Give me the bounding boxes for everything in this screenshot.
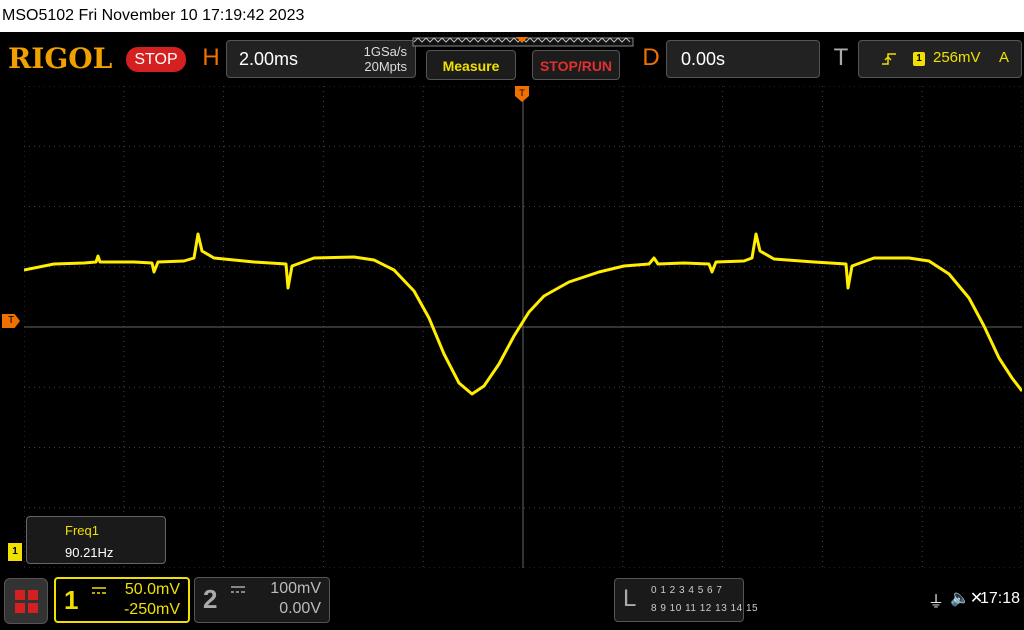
measurement-name: Freq1 (65, 523, 99, 538)
titlebar-text: MSO5102 Fri November 10 17:19:42 2023 (2, 7, 305, 24)
trigger-key[interactable]: T (826, 40, 856, 76)
clock-time: 17:18 (979, 590, 1020, 607)
channel2-scale: 100mV (270, 580, 321, 597)
usb-icon: ⏚ (928, 594, 945, 611)
channel1-scale: 50.0mV (124, 581, 180, 598)
run-state-badge[interactable]: STOP (126, 47, 186, 72)
grid-menu-icon (15, 590, 38, 613)
delay-value: 0.00s (681, 49, 726, 69)
top-toolbar: RIGOL STOP H 2.00ms 1GSa/s 20Mpts Measur… (0, 32, 1024, 84)
bottom-bar: 1 50.0mV -250mV 2 100mV 0.00V L 0 1 2 3 … (0, 572, 1024, 630)
logic-analyzer-panel[interactable]: L 0 1 2 3 4 5 6 7 8 9 10 11 12 13 14 15 (614, 578, 758, 622)
memory-depth: 20Mpts (364, 59, 407, 74)
trigger-level-marker[interactable]: T (2, 314, 20, 328)
logic-channels-low: 0 1 2 3 4 5 6 7 (651, 585, 723, 596)
measurement-value: 90.21Hz (65, 545, 114, 560)
trigger-position-marker[interactable]: T (515, 86, 529, 108)
channel1-offset: -250mV (123, 601, 180, 618)
titlebar: MSO5102 Fri November 10 17:19:42 2023 (0, 0, 1024, 32)
rigol-logo: RIGOL (8, 42, 113, 75)
svg-text:T: T (519, 88, 525, 98)
trigger-mode: A (999, 49, 1010, 66)
delay-panel[interactable]: 0.00s (666, 40, 820, 78)
memory-position-bar[interactable] (412, 36, 634, 48)
logic-key: L (623, 585, 637, 612)
sound-muted-icon[interactable]: 🔈✕ (950, 588, 983, 608)
delay-key[interactable]: D (636, 40, 666, 76)
waveform-display[interactable] (24, 86, 1022, 568)
horizontal-panel[interactable]: 2.00ms 1GSa/s 20Mpts (226, 40, 416, 78)
trigger-source-badge: 1 (913, 52, 925, 66)
graticule (24, 86, 1022, 568)
horizontal-key[interactable]: H (196, 40, 226, 76)
measure-button[interactable]: Measure (426, 50, 516, 80)
trigger-level: 256mV (933, 49, 981, 66)
channel2-number: 2 (203, 584, 218, 614)
logic-channels-high: 8 9 10 11 12 13 14 15 (651, 603, 759, 614)
trigger-panel[interactable]: 1 256mV A (858, 40, 1022, 78)
channel2-offset: 0.00V (279, 600, 321, 617)
rising-edge-icon (882, 53, 896, 65)
channel1-ground-marker[interactable]: 1 (8, 543, 22, 561)
timebase-value: 2.00ms (239, 49, 299, 69)
channel2-panel[interactable]: 2 100mV 0.00V (194, 577, 330, 623)
channel1-panel[interactable]: 1 50.0mV -250mV (54, 577, 190, 623)
stop-run-button[interactable]: STOP/RUN (532, 50, 620, 80)
main-menu-button[interactable] (4, 578, 48, 624)
dc-coupling-icon (231, 586, 245, 593)
dc-coupling-icon (92, 587, 106, 594)
measurement-panel[interactable]: Freq1 90.21Hz (26, 516, 166, 564)
sample-rate: 1GSa/s (363, 44, 407, 59)
channel1-number: 1 (64, 585, 79, 615)
